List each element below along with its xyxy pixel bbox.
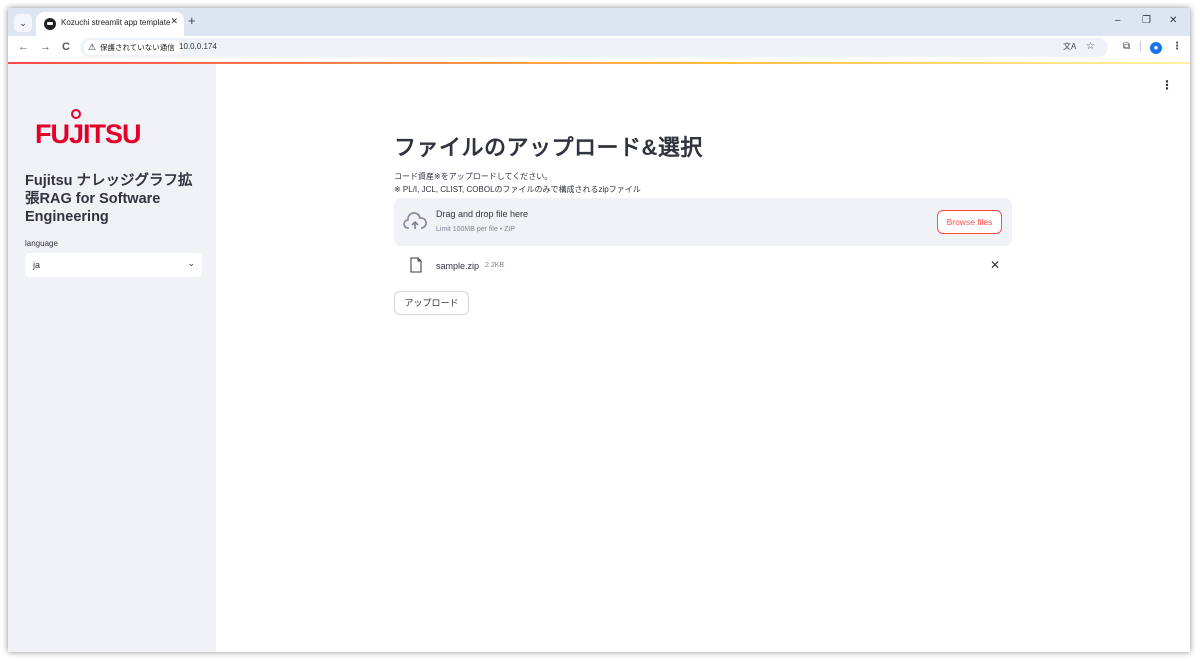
translate-icon[interactable]: 文A: [1063, 41, 1076, 52]
back-button[interactable]: ←: [18, 41, 29, 53]
main-menu-icon[interactable]: ⋮: [1161, 78, 1173, 92]
browser-menu-icon[interactable]: ⋮: [1172, 41, 1182, 52]
toolbar-divider: |: [1139, 41, 1142, 52]
address-bar[interactable]: ⚠ 保護されていない通信 10.0.0.174 文A ☆: [80, 38, 1108, 57]
language-value: ja: [33, 260, 41, 270]
cloud-upload-icon: [403, 212, 427, 229]
help-line-1: コード資産※をアップロードしてください。: [394, 172, 553, 181]
file-dropzone[interactable]: Drag and drop file here Limit 100MB per …: [394, 198, 1012, 246]
upload-button[interactable]: アップロード: [394, 291, 469, 315]
browser-tab[interactable]: Kozuchi streamlit app template ✕: [36, 12, 184, 36]
chevron-down-icon: ⌄: [187, 258, 195, 268]
new-tab-button[interactable]: +: [188, 13, 196, 28]
language-label: language: [25, 239, 58, 248]
fujitsu-logo: FUJITSU: [35, 119, 142, 149]
upload-help-text: コード資産※をアップロードしてください。 ※ PL/I, JCL, CLIST,…: [394, 170, 641, 196]
browser-toolbar: ← → C ⚠ 保護されていない通信 10.0.0.174 文A ☆ ⧉ | ●…: [8, 36, 1190, 60]
security-label: 保護されていない通信: [100, 43, 175, 52]
favicon-icon: [44, 18, 56, 30]
uploaded-file-row: sample.zip 2.2KB ✕: [394, 254, 1012, 276]
language-select[interactable]: ja ⌄: [25, 253, 202, 277]
window-close-button[interactable]: ✕: [1169, 15, 1177, 26]
warning-icon: ⚠: [88, 42, 97, 52]
page-title: ファイルのアップロード&選択: [394, 135, 703, 160]
url-text[interactable]: 10.0.0.174: [179, 42, 217, 51]
sidebar: FUJITSU Fujitsu ナレッジグラフ拡張RAG for Softwar…: [8, 64, 216, 652]
file-name: sample.zip: [436, 261, 480, 271]
extensions-icon[interactable]: ⧉: [1123, 41, 1130, 52]
profile-avatar-icon[interactable]: ●: [1150, 42, 1162, 54]
chevron-down-icon[interactable]: ⌄: [14, 14, 32, 32]
tab-strip: ⌄ Kozuchi streamlit app template ✕ + – ❐…: [8, 8, 1190, 36]
minimize-button[interactable]: –: [1115, 15, 1121, 26]
remove-file-icon[interactable]: ✕: [990, 258, 1000, 272]
restore-button[interactable]: ❐: [1142, 15, 1151, 26]
app-title: Fujitsu ナレッジグラフ拡張RAG for Software Engine…: [25, 173, 193, 225]
file-icon: [410, 257, 422, 273]
browse-files-button[interactable]: Browse files: [937, 210, 1002, 234]
tab-title: Kozuchi streamlit app template: [61, 18, 171, 27]
reload-button[interactable]: C: [62, 41, 70, 53]
close-icon[interactable]: ✕: [170, 16, 178, 27]
logo-ring: [71, 109, 81, 119]
dropzone-title: Drag and drop file here: [436, 209, 529, 219]
help-line-2: ※ PL/I, JCL, CLIST, COBOLのファイルのみで構成されるzi…: [394, 185, 641, 194]
browser-window: ⌄ Kozuchi streamlit app template ✕ + – ❐…: [8, 8, 1190, 652]
star-icon[interactable]: ☆: [1086, 41, 1095, 52]
file-size: 2.2KB: [485, 262, 505, 269]
forward-button[interactable]: →: [40, 41, 51, 53]
security-chip[interactable]: ⚠ 保護されていない通信: [84, 40, 181, 55]
dropzone-limit: Limit 100MB per file • ZIP: [436, 226, 516, 233]
